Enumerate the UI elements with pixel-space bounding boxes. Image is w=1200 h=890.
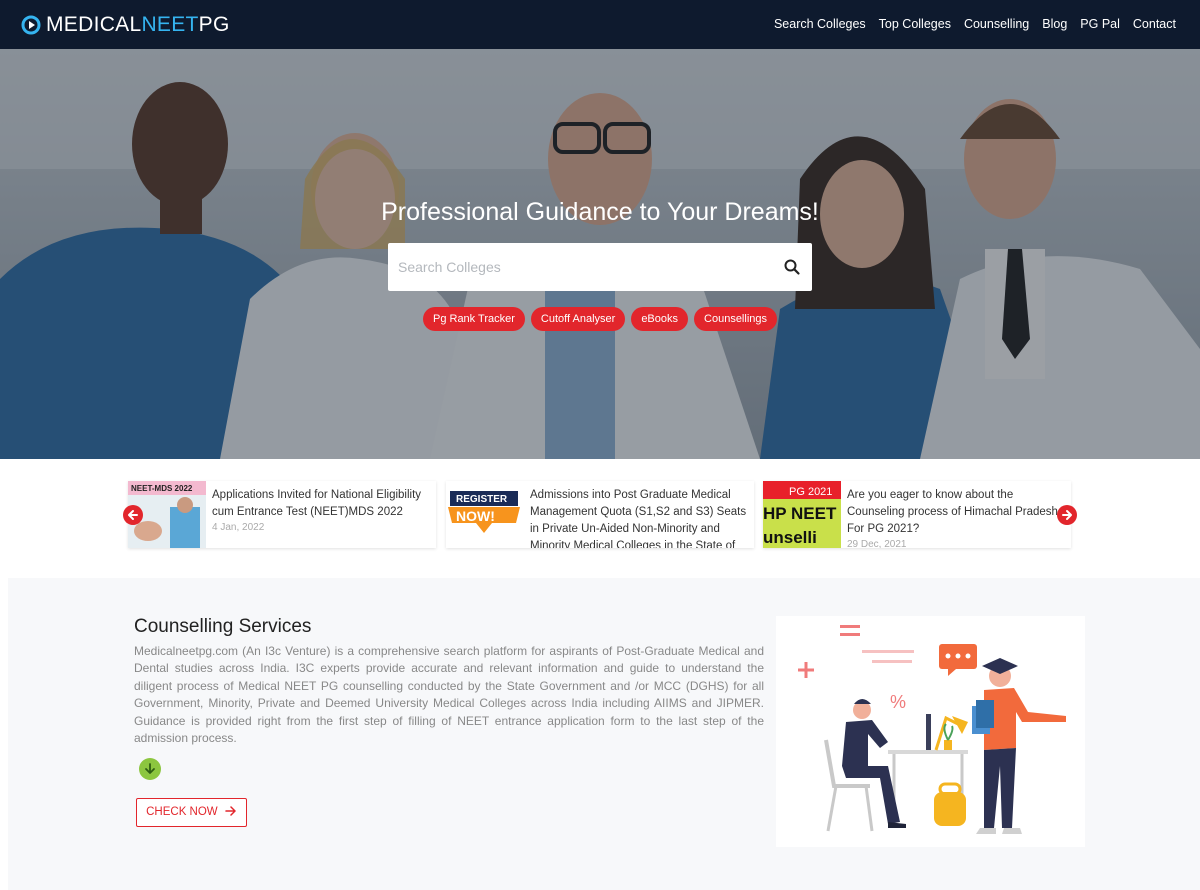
counselling-title: Counselling Services <box>134 616 312 637</box>
svg-text:NOW!: NOW! <box>456 508 495 524</box>
quick-links: Pg Rank Tracker Cutoff Analyser eBooks C… <box>0 307 1200 331</box>
hp-neet-pg-thumbnail-image: PG 2021 HP NEET unselli <box>763 481 841 548</box>
logo-icon <box>21 15 41 35</box>
college-search-input[interactable] <box>398 255 768 279</box>
next-arrow-icon <box>1062 510 1072 520</box>
search-icon[interactable] <box>783 258 801 276</box>
news-title: Applications Invited for National Eligib… <box>212 489 422 518</box>
college-search-box <box>388 243 812 291</box>
news-date: 4 Jan, 2022 <box>212 522 265 533</box>
carousel-prev-button[interactable] <box>123 505 143 525</box>
right-arrow-icon <box>225 806 236 816</box>
news-date: 29 Dec, 2021 <box>847 539 907 548</box>
svg-text:%: % <box>890 692 906 712</box>
news-thumbnail: REGISTER NOW! <box>446 481 524 548</box>
navbar: MEDICALNEETPG Search Colleges Top Colleg… <box>0 0 1200 49</box>
prev-arrow-icon <box>128 510 138 520</box>
news-title: Admissions into Post Graduate Medical Ma… <box>530 489 747 548</box>
pill-counsellings[interactable]: Counsellings <box>694 307 777 331</box>
logo-text-neet: NEET <box>141 13 199 36</box>
nav-link-search-colleges[interactable]: Search Colleges <box>774 17 866 31</box>
hero-banner: Professional Guidance to Your Dreams! Pg… <box>0 49 1200 459</box>
register-now-thumbnail-image: REGISTER NOW! <box>446 481 524 548</box>
news-title: Are you eager to know about the Counseli… <box>847 489 1058 535</box>
news-card[interactable]: PG 2021 HP NEET unselli Are you eager to… <box>763 481 1071 548</box>
svg-text:HP NEET: HP NEET <box>763 504 837 523</box>
counselling-section: Counselling Services Medicalneetpg.com (… <box>8 578 1200 890</box>
logo-text-pg: PG <box>198 13 230 36</box>
pill-pg-rank-tracker[interactable]: Pg Rank Tracker <box>422 307 525 331</box>
counselling-description: Medicalneetpg.com (An I3c Venture) is a … <box>134 644 764 745</box>
svg-text:unselli: unselli <box>763 528 817 547</box>
down-arrow-icon <box>145 763 155 774</box>
svg-text:PG 2021: PG 2021 <box>789 486 832 498</box>
news-thumbnail: PG 2021 HP NEET unselli <box>763 481 841 548</box>
pill-cutoff-analyser[interactable]: Cutoff Analyser <box>530 307 626 331</box>
counselling-illustration-image: % <box>798 625 1066 834</box>
nav-link-contact[interactable]: Contact <box>1133 17 1176 31</box>
counselling-illustration: % <box>776 616 1085 847</box>
thumb-label: NEET-MDS 2022 <box>131 484 193 493</box>
nav-link-pg-pal[interactable]: PG Pal <box>1080 17 1120 31</box>
nav-link-counselling[interactable]: Counselling <box>964 17 1029 31</box>
news-carousel: NEET-MDS 2022 Applications Invited for N… <box>0 459 1200 577</box>
check-now-label: CHECK NOW <box>146 806 218 818</box>
logo-text-medical: MEDICAL <box>46 13 142 36</box>
carousel-next-button[interactable] <box>1057 505 1077 525</box>
nav-link-top-colleges[interactable]: Top Colleges <box>879 17 951 31</box>
site-logo[interactable]: MEDICALNEETPG <box>20 10 230 40</box>
nav-links: Search Colleges Top Colleges Counselling… <box>761 17 1176 31</box>
check-now-button[interactable]: CHECK NOW <box>136 798 247 827</box>
pill-ebooks[interactable]: eBooks <box>631 307 689 331</box>
svg-text:REGISTER: REGISTER <box>456 494 508 505</box>
hero-title: Professional Guidance to Your Dreams! <box>381 198 819 226</box>
nav-link-blog[interactable]: Blog <box>1042 17 1067 31</box>
news-card[interactable]: NEET-MDS 2022 Applications Invited for N… <box>128 481 436 548</box>
news-card[interactable]: REGISTER NOW! Admissions into Post Gradu… <box>446 481 754 548</box>
expand-description-button[interactable] <box>139 758 161 780</box>
